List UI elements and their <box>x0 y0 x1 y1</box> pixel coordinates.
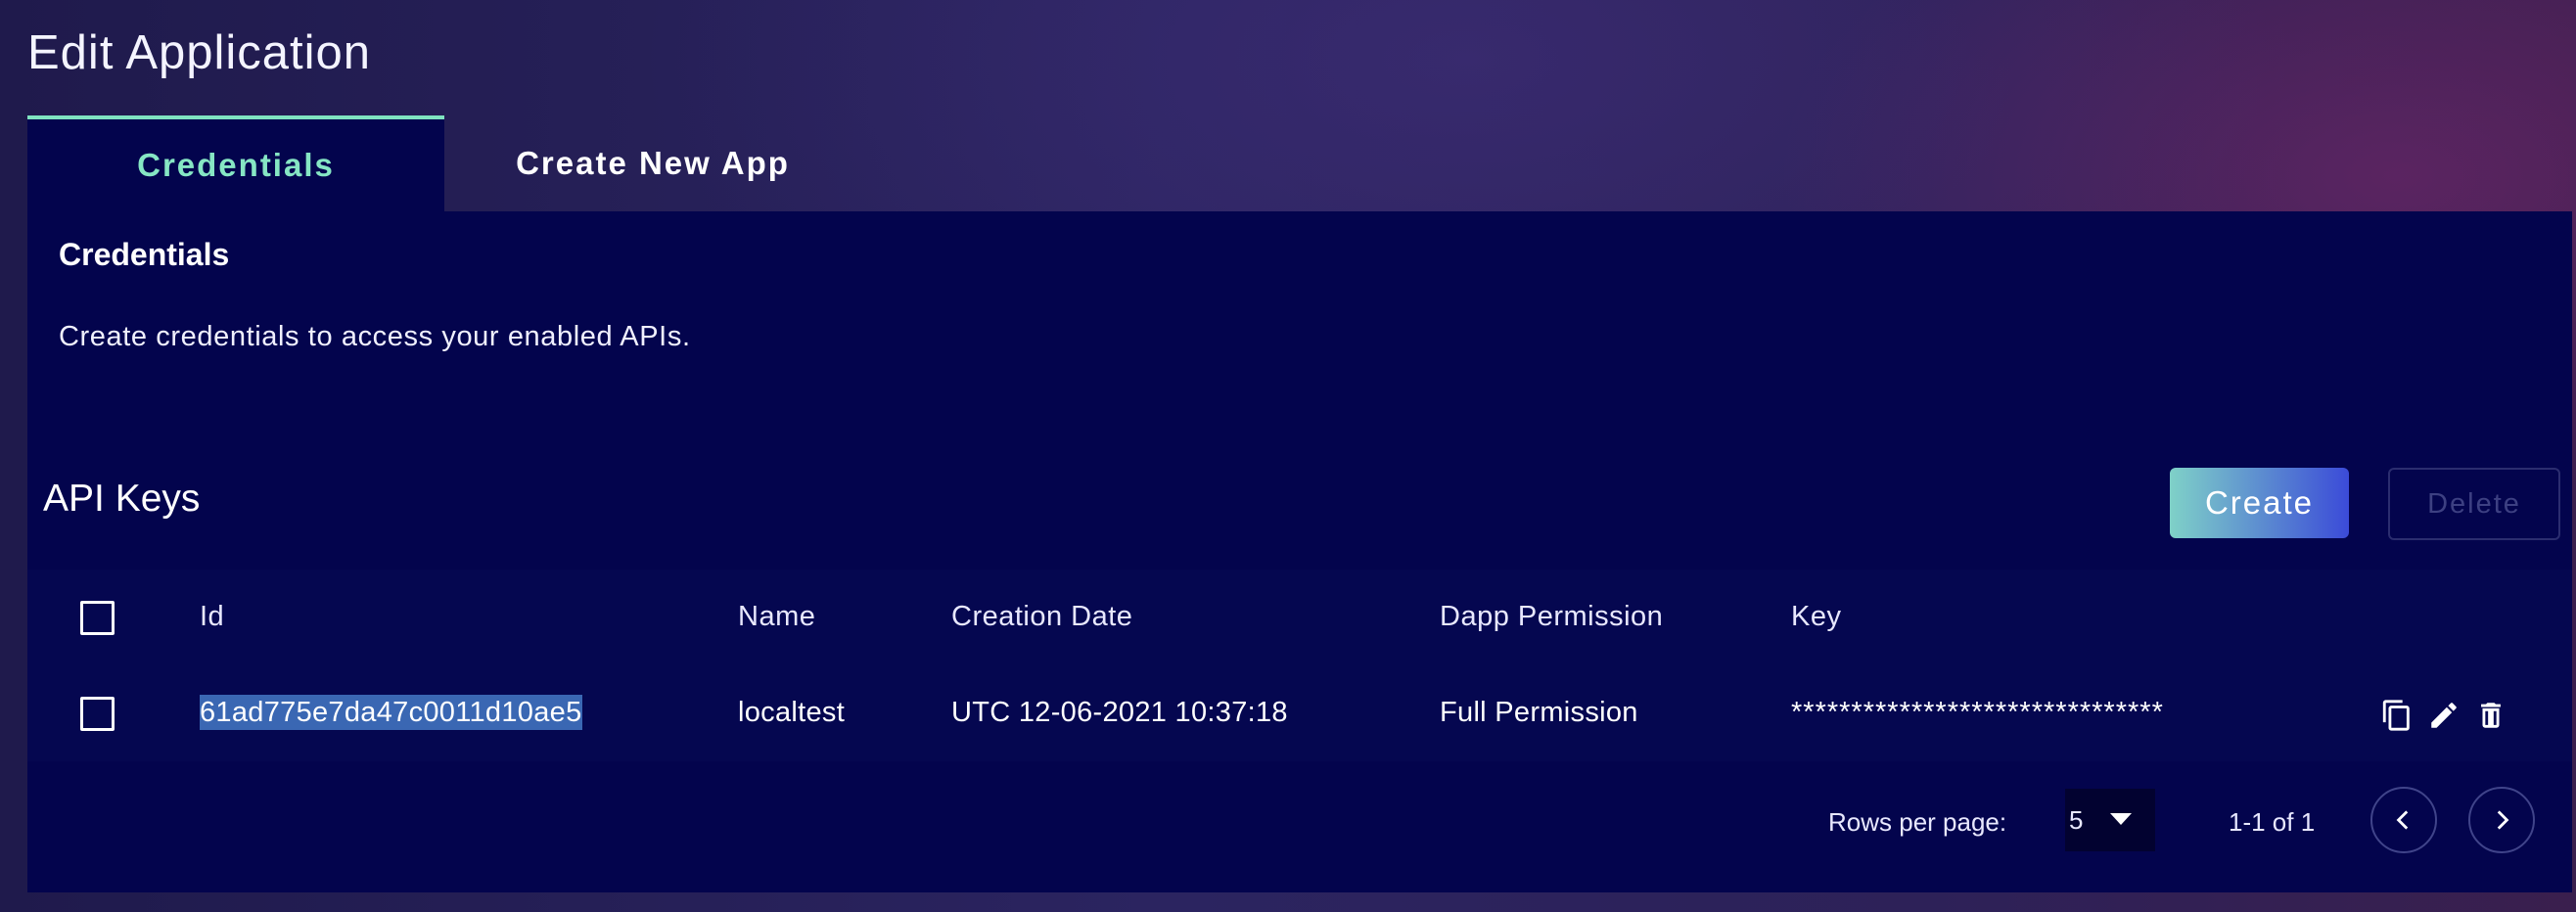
pagination-range: 1-1 of 1 <box>2229 807 2316 837</box>
rows-per-page-value: 5 <box>2069 804 2084 835</box>
credentials-description: Create credentials to access your enable… <box>59 321 691 352</box>
key-id-text[interactable]: 61ad775e7da47c0011d10ae5 <box>200 695 582 730</box>
api-keys-table <box>27 570 2572 761</box>
permission-cell: Full Permission <box>1440 697 1638 728</box>
delete-icon[interactable] <box>2474 699 2507 732</box>
rows-per-page-label: Rows per page: <box>1828 807 2007 837</box>
key-name-cell: localtest <box>738 697 846 728</box>
chevron-down-icon <box>2110 813 2132 825</box>
previous-page-button[interactable] <box>2370 787 2437 853</box>
column-header-creation-date[interactable]: Creation Date <box>951 601 1132 633</box>
chevron-right-icon <box>2497 810 2509 830</box>
copy-icon[interactable] <box>2380 699 2414 732</box>
row-checkbox[interactable] <box>80 697 115 731</box>
rows-per-page-select[interactable]: 5 <box>2065 789 2155 851</box>
create-button[interactable]: Create <box>2170 468 2349 538</box>
edit-icon[interactable] <box>2427 699 2461 732</box>
key-id-cell[interactable]: 61ad775e7da47c0011d10ae5 <box>200 695 582 730</box>
next-page-button[interactable] <box>2468 787 2535 853</box>
api-keys-title: API Keys <box>43 478 201 520</box>
column-header-name[interactable]: Name <box>738 601 815 633</box>
chevron-left-icon <box>2396 810 2409 830</box>
tab-bar: Credentials Create New App <box>27 115 861 211</box>
tab-credentials[interactable]: Credentials <box>27 115 444 211</box>
column-header-id[interactable]: Id <box>200 601 224 633</box>
select-all-checkbox[interactable] <box>80 601 115 635</box>
key-cell: ******************************* <box>1791 697 2164 728</box>
credentials-heading: Credentials <box>59 237 230 272</box>
creation-date-cell: UTC 12-06-2021 10:37:18 <box>951 697 1288 728</box>
tab-create-new-app[interactable]: Create New App <box>444 115 861 211</box>
delete-button: Delete <box>2388 468 2560 540</box>
column-header-dapp-permission[interactable]: Dapp Permission <box>1440 601 1663 633</box>
column-header-key[interactable]: Key <box>1791 601 1841 633</box>
page-title: Edit Application <box>27 26 372 79</box>
credentials-panel: Credentials Create credentials to access… <box>27 211 2572 892</box>
